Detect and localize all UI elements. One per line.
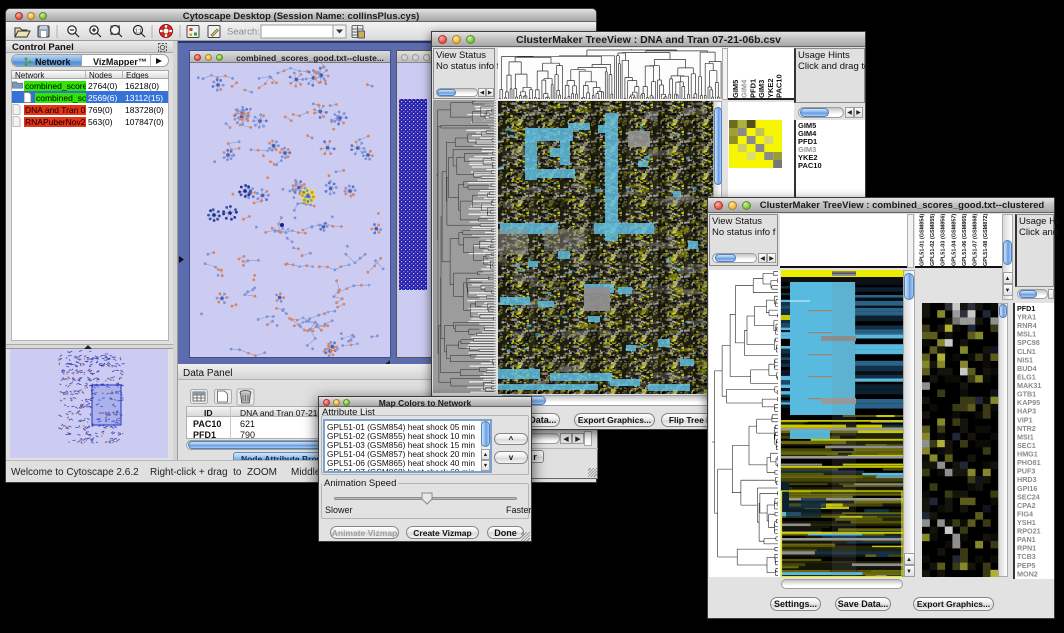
svg-text:PAC10: PAC10 <box>775 74 784 98</box>
svg-text:GIM4: GIM4 <box>740 79 749 98</box>
svg-text:GPL51-02 (GSM855): GPL51-02 (GSM855) <box>930 214 936 266</box>
svg-text:GIM5: GIM5 <box>731 80 740 98</box>
svg-text:GPL51-04 (GSM857): GPL51-04 (GSM857) <box>951 214 957 266</box>
svg-text:MON2: MON2 <box>1017 569 1038 578</box>
svg-text:GPL51-08 (GSM872): GPL51-08 (GSM872) <box>983 214 989 266</box>
svg-text:GPL51-06 (GSM865): GPL51-06 (GSM865) <box>962 214 968 266</box>
svg-text:YKE2: YKE2 <box>766 78 775 98</box>
svg-text:GPL51-01 (GSM854): GPL51-01 (GSM854) <box>920 214 926 266</box>
svg-text:GIM3: GIM3 <box>757 80 766 98</box>
svg-text:1:1: 1:1 <box>135 29 142 35</box>
svg-text:GPL51-07 (GSM868): GPL51-07 (GSM868) <box>973 214 979 266</box>
svg-text:PFD1: PFD1 <box>748 79 757 98</box>
svg-text:GPL51-03 (GSM856): GPL51-03 (GSM856) <box>941 214 947 266</box>
svg-text:Search:: Search: <box>227 27 260 38</box>
